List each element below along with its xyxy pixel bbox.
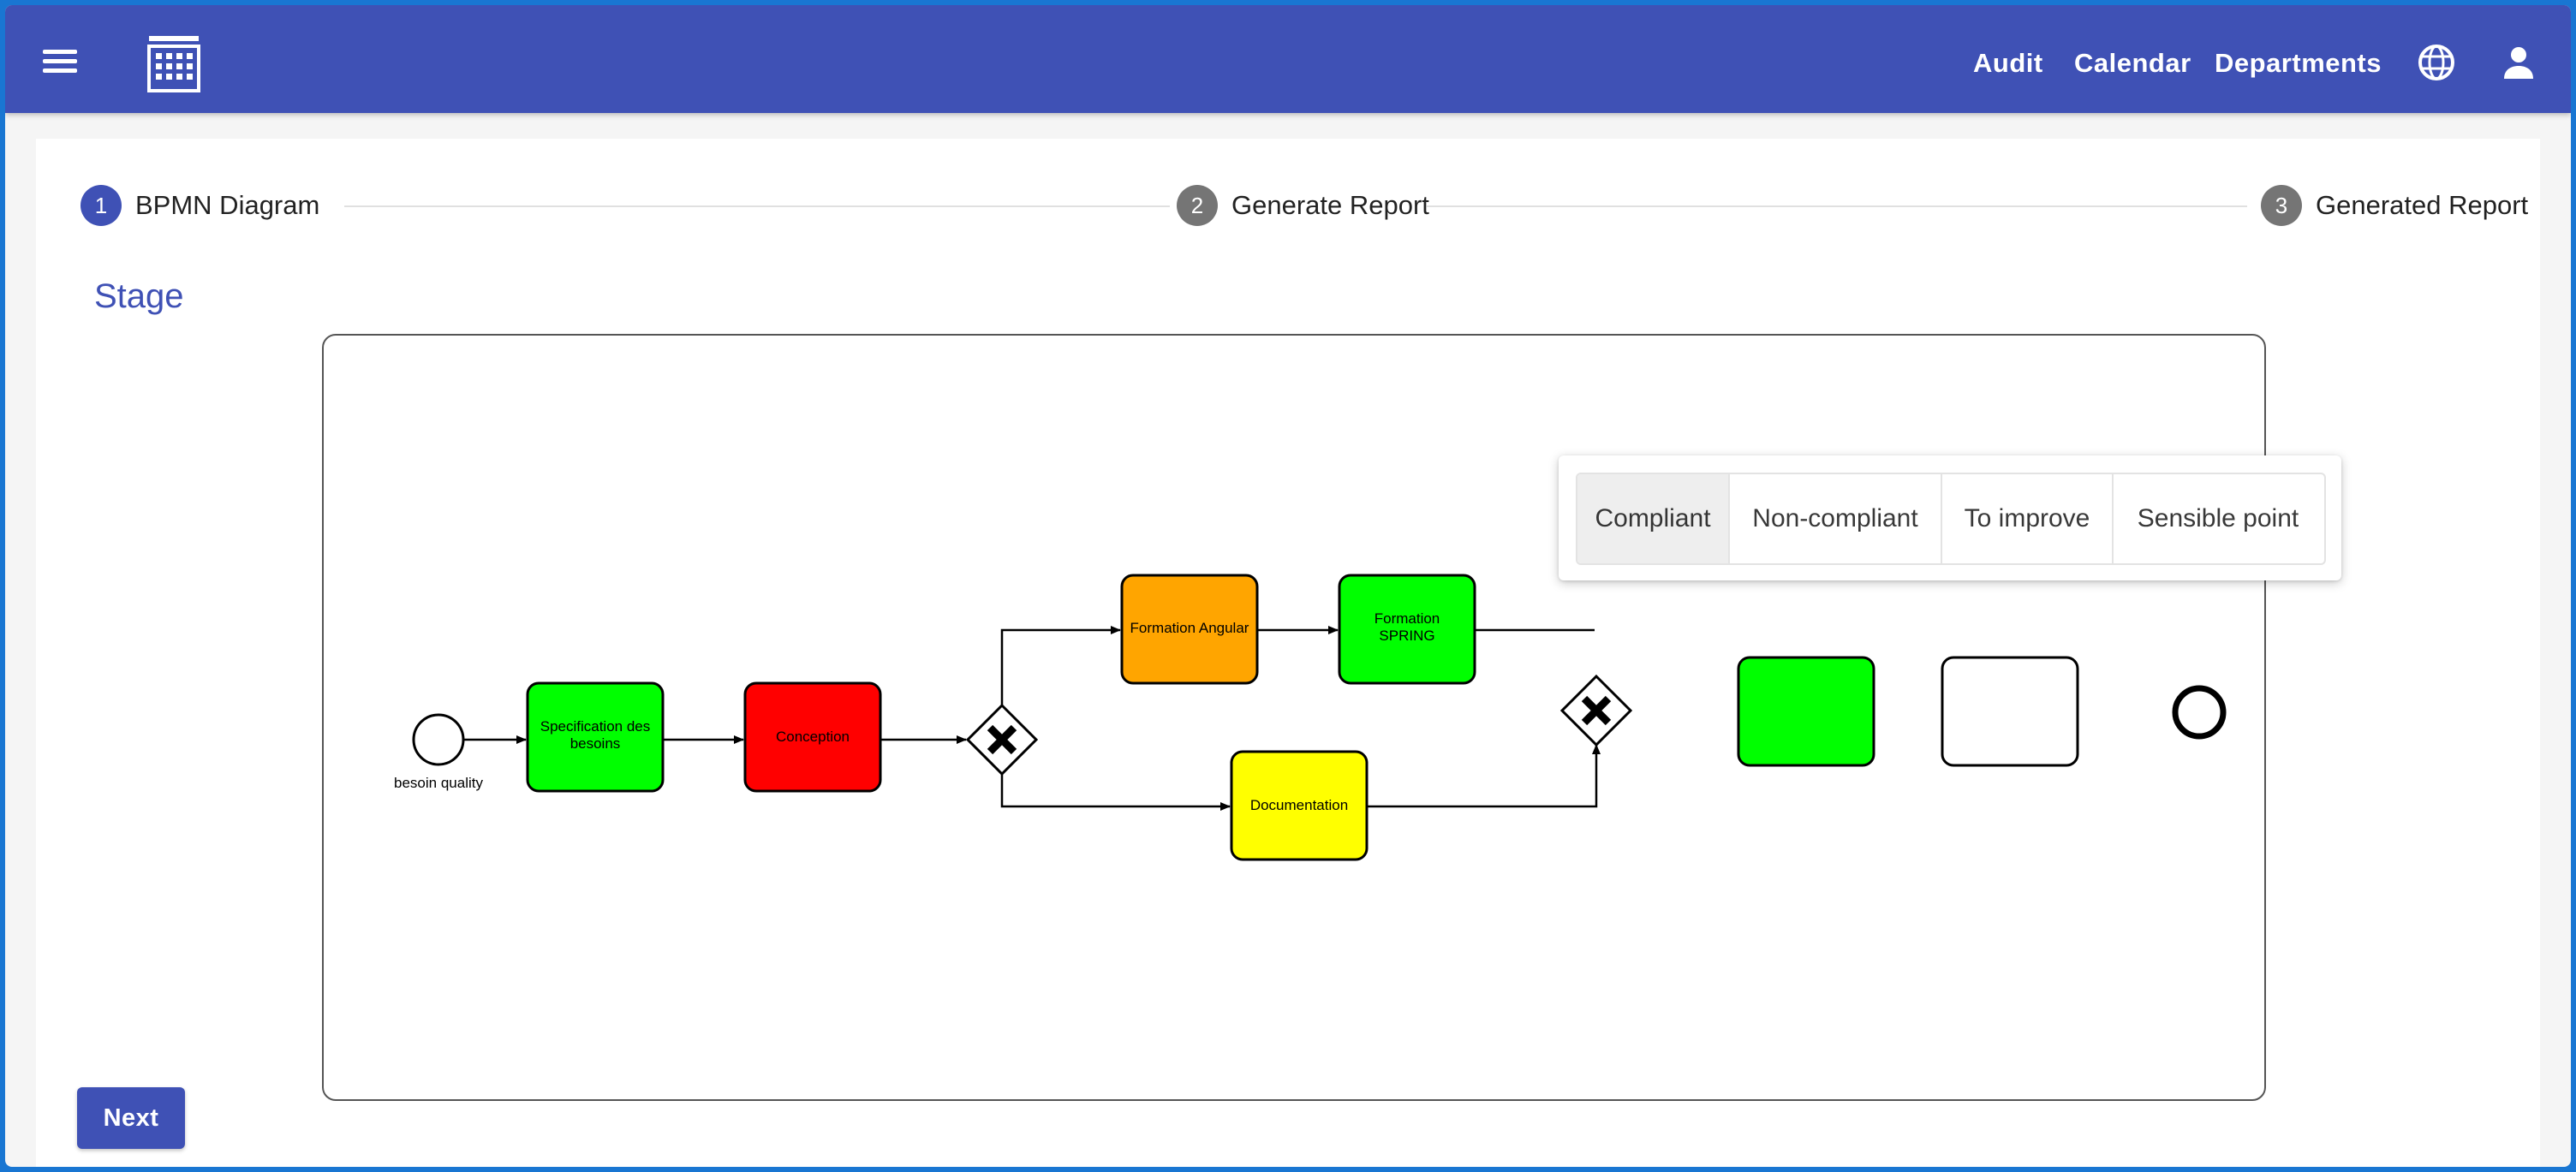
status-option-non-compliant[interactable]: Non-compliant	[1728, 474, 1941, 563]
step-label: Generate Report	[1231, 190, 1429, 220]
status-popup-menu: Compliant Non-compliant To improve Sensi…	[1559, 455, 2341, 580]
task-label: Formation	[1374, 610, 1440, 627]
exclusive-gateway-join[interactable]	[1559, 674, 1633, 747]
task-hidden-green[interactable]	[1737, 656, 1875, 767]
app-window: Audit Calendar Departments 1 BPMN Diagra…	[5, 5, 2571, 1167]
step-generated-report[interactable]: 3 Generated Report	[2261, 185, 2528, 226]
task-documentation[interactable]: Documentation	[1230, 750, 1368, 861]
task-label: Formation Angular	[1130, 620, 1249, 636]
step-label: Generated Report	[2316, 190, 2529, 220]
exclusive-gateway-split[interactable]	[965, 703, 1039, 776]
step-number: 2	[1177, 185, 1218, 226]
bpmn-canvas[interactable]: besoin quality Specification des besoins…	[322, 334, 2266, 1101]
step-bpmn-diagram[interactable]: 1 BPMN Diagram	[80, 185, 319, 226]
step-label: BPMN Diagram	[135, 190, 320, 220]
start-event[interactable]	[412, 713, 465, 766]
main-card: 1 BPMN Diagram 2 Generate Report 3 Gener…	[36, 139, 2540, 1167]
nav-departments[interactable]: Departments	[2215, 48, 2382, 79]
start-event-label: besoin quality	[394, 775, 483, 791]
status-option-sensible-point[interactable]: Sensible point	[2112, 474, 2323, 563]
step-generate-report[interactable]: 2 Generate Report	[1177, 185, 1429, 226]
task-formation-angular[interactable]: Formation Angular	[1120, 574, 1259, 685]
task-label: Conception	[776, 729, 850, 745]
person-icon[interactable]	[2499, 43, 2538, 82]
stage-title: Stage	[94, 277, 184, 315]
task-label: SPRING	[1379, 628, 1434, 644]
globe-icon[interactable]	[2417, 43, 2456, 82]
next-button[interactable]: Next	[77, 1087, 185, 1149]
stepper-connector-1	[344, 205, 1170, 207]
flow-gateway-to-documentation[interactable]	[1000, 774, 1231, 811]
task-label: Specification des	[540, 718, 651, 735]
top-toolbar: Audit Calendar Departments	[5, 5, 2571, 113]
building-icon[interactable]	[147, 34, 200, 92]
nav-audit[interactable]: Audit	[1973, 48, 2043, 79]
status-option-compliant[interactable]: Compliant	[1577, 474, 1728, 563]
task-formation-spring[interactable]: Formation SPRING	[1338, 574, 1476, 685]
task-label: Documentation	[1250, 797, 1348, 813]
step-number: 3	[2261, 185, 2302, 226]
task-conception[interactable]: Conception	[743, 681, 882, 793]
task-label: besoins	[570, 735, 621, 752]
end-event[interactable]	[2172, 685, 2227, 740]
flow-gateway-to-angular[interactable]	[1000, 626, 1121, 705]
status-option-to-improve[interactable]: To improve	[1941, 474, 2112, 563]
stepper-connector-2	[1427, 205, 2247, 207]
nav-calendar[interactable]: Calendar	[2074, 48, 2191, 79]
task-hidden-white[interactable]	[1941, 656, 2079, 767]
menu-icon[interactable]	[43, 50, 79, 74]
step-number: 1	[80, 185, 122, 226]
status-option-group: Compliant Non-compliant To improve Sensi…	[1576, 473, 2326, 565]
flow-documentation-to-join[interactable]	[1367, 744, 1601, 808]
task-specification-des-besoins[interactable]: Specification des besoins	[526, 681, 665, 793]
